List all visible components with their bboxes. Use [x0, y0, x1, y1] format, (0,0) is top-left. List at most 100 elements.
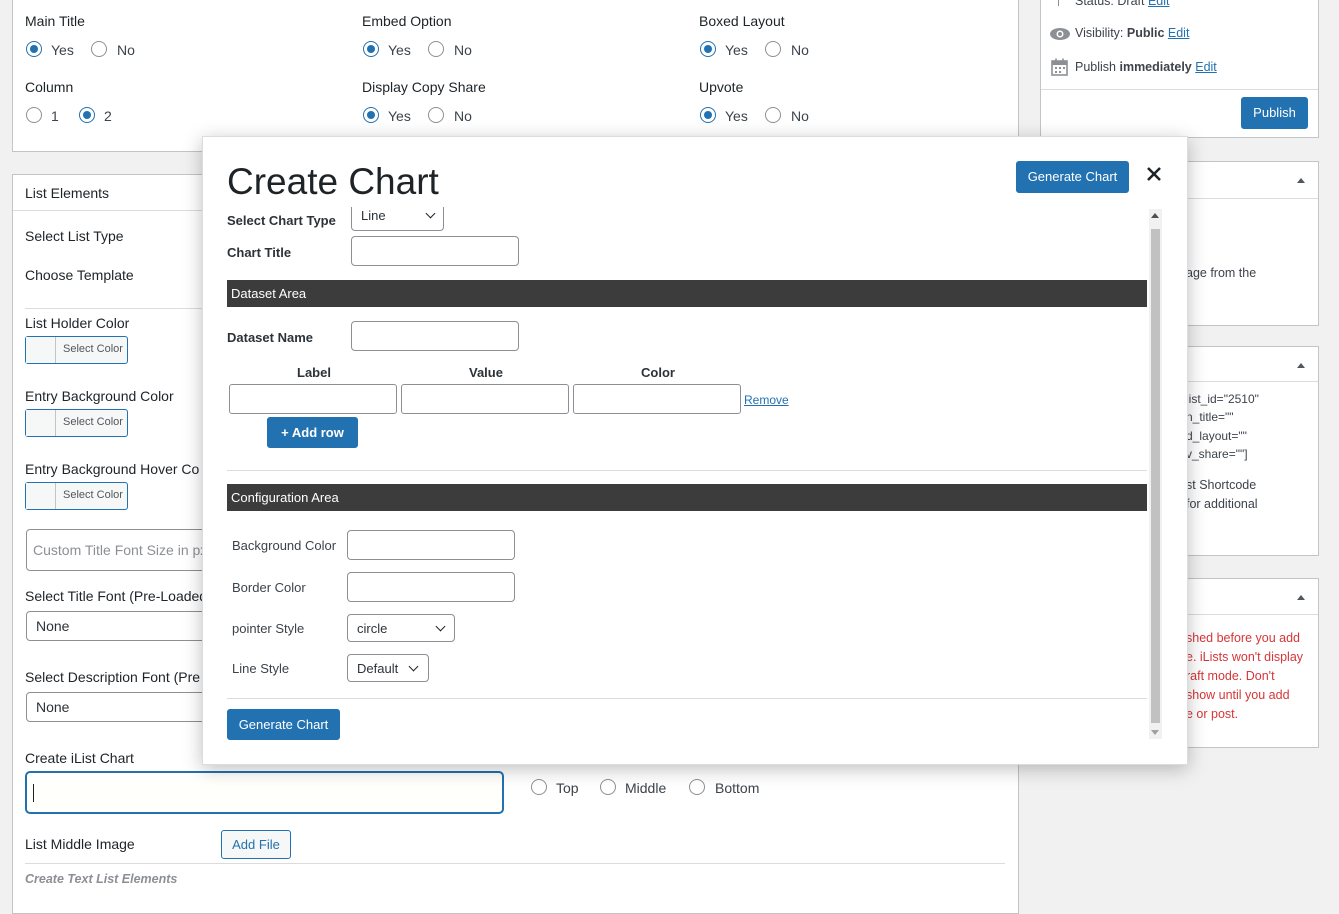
embed-yes-label: Yes: [388, 42, 411, 58]
status-pin-icon: [1058, 0, 1059, 6]
title-font-label: Select Title Font (Pre-Loaded: [25, 588, 208, 604]
add-file-button[interactable]: Add File: [221, 830, 291, 859]
copy-share-no-radio[interactable]: [428, 107, 444, 123]
bg-color-input[interactable]: [347, 530, 515, 560]
add-row-button[interactable]: + Add row: [267, 417, 358, 448]
modal-title: Create Chart: [227, 161, 439, 202]
remove-row-link[interactable]: Remove: [744, 393, 789, 407]
middle-image-label: List Middle Image: [25, 836, 135, 852]
shortcode-line-1: list_id="2510": [1186, 392, 1259, 406]
embed-no-label: No: [454, 42, 472, 58]
create-chart-modal: Create Chart Generate Chart Select Chart…: [202, 136, 1188, 765]
shortcode-note-2: for additional: [1186, 497, 1258, 511]
boxed-yes-radio[interactable]: [700, 41, 716, 57]
border-color-label: Border Color: [232, 580, 306, 595]
line-style-select[interactable]: Default: [347, 654, 429, 682]
chart-type-select[interactable]: Line: [351, 207, 444, 231]
configuration-area-header: Configuration Area: [227, 484, 1147, 511]
row-value-input[interactable]: [401, 384, 569, 414]
divider: [227, 698, 1147, 699]
dataset-name-input[interactable]: [351, 321, 519, 351]
column-2-radio[interactable]: [79, 107, 95, 123]
copy-share-yes-radio[interactable]: [363, 107, 379, 123]
row-color-input[interactable]: [573, 384, 741, 414]
settings-panel: Main Title Yes No Embed Option Yes No Bo…: [12, 0, 1019, 152]
shortcode-note-1: st Shortcode: [1186, 478, 1257, 492]
status-text: Status: Draft Edit: [1075, 0, 1170, 8]
publish-edit-link[interactable]: Edit: [1195, 60, 1217, 74]
divider: [227, 470, 1147, 471]
position-bottom-radio[interactable]: [689, 779, 705, 795]
scrollbar-thumb[interactable]: [1151, 229, 1160, 723]
chevron-down-icon: [408, 661, 419, 672]
list-holder-color-label: List Holder Color: [25, 315, 130, 331]
position-top-label: Top: [556, 780, 579, 796]
chart-shortcode-input[interactable]: [26, 772, 503, 813]
dataset-area-header: Dataset Area: [227, 280, 1147, 307]
entry-bg-color-label: Entry Background Color: [25, 388, 174, 404]
create-chart-label: Create iList Chart: [25, 750, 134, 766]
entry-bg-hover-label: Entry Background Hover Co: [25, 461, 200, 477]
entry-bg-color-button[interactable]: Select Color: [25, 409, 128, 437]
collapse-toggle-icon[interactable]: [1297, 178, 1305, 183]
shortcode-line-2: n_title="": [1186, 410, 1234, 424]
shortcode-line-4: v_share=""]: [1186, 447, 1248, 461]
create-text-label: Create Text List Elements: [25, 872, 178, 886]
title-font-select[interactable]: None: [26, 611, 226, 641]
bg-color-label: Background Color: [232, 538, 337, 553]
row-label-input[interactable]: [229, 384, 397, 414]
boxed-no-label: No: [791, 42, 809, 58]
warning-line-3: raft mode. Don't: [1186, 669, 1275, 683]
warning-line-1: shed before you add: [1186, 631, 1300, 645]
position-middle-radio[interactable]: [600, 779, 616, 795]
upvote-yes-label: Yes: [725, 108, 748, 124]
box2-text: age from the: [1186, 266, 1257, 280]
select-list-type-label: Select List Type: [25, 228, 124, 244]
border-color-input[interactable]: [347, 572, 515, 602]
modal-scroll-area: Select Chart Type Line Chart Title Datas…: [227, 207, 1163, 743]
embed-no-radio[interactable]: [428, 41, 444, 57]
entry-bg-hover-button[interactable]: Select Color: [25, 482, 128, 510]
publish-box: Status: Draft Edit Visibility: Public Ed…: [1040, 0, 1319, 138]
line-style-label: Line Style: [232, 661, 290, 676]
warning-line-5: e or post.: [1186, 707, 1239, 721]
main-title-no-label: No: [117, 42, 135, 58]
visibility-edit-link[interactable]: Edit: [1168, 26, 1190, 40]
chart-type-label: Select Chart Type: [227, 213, 336, 228]
upvote-yes-radio[interactable]: [700, 107, 716, 123]
divider: [1041, 89, 1318, 90]
embed-yes-radio[interactable]: [363, 41, 379, 57]
warning-line-4: show until you add: [1186, 688, 1290, 702]
pointer-style-select[interactable]: circle: [347, 614, 455, 642]
main-title-yes-label: Yes: [51, 42, 74, 58]
scroll-down-arrow-icon[interactable]: [1151, 730, 1159, 735]
divider: [25, 863, 1005, 864]
main-title-no-radio[interactable]: [91, 41, 107, 57]
boxed-no-radio[interactable]: [765, 41, 781, 57]
modal-scrollbar[interactable]: [1149, 209, 1162, 739]
publish-button[interactable]: Publish: [1241, 97, 1308, 129]
position-middle-label: Middle: [625, 780, 667, 796]
list-holder-color-button[interactable]: Select Color: [25, 336, 128, 364]
list-elements-title: List Elements: [25, 185, 110, 201]
column-1-label: 1: [51, 108, 59, 124]
shortcode-line-3: d_layout="": [1186, 429, 1247, 443]
collapse-toggle-icon[interactable]: [1297, 595, 1305, 600]
desc-font-select[interactable]: None: [26, 692, 226, 722]
font-size-input[interactable]: Custom Title Font Size in px: [26, 529, 226, 571]
column-1-radio[interactable]: [26, 107, 42, 123]
position-top-radio[interactable]: [531, 779, 547, 795]
upvote-no-radio[interactable]: [765, 107, 781, 123]
chart-title-input[interactable]: [351, 236, 519, 266]
generate-chart-top-button[interactable]: Generate Chart: [1016, 161, 1129, 193]
scroll-up-arrow-icon[interactable]: [1151, 213, 1159, 218]
col-color-header: Color: [641, 365, 675, 380]
collapse-toggle-icon[interactable]: [1297, 363, 1305, 368]
font-size-placeholder: Custom Title Font Size in px: [33, 542, 208, 558]
close-icon[interactable]: [1143, 163, 1165, 185]
dataset-name-label: Dataset Name: [227, 330, 313, 345]
generate-chart-bottom-button[interactable]: Generate Chart: [227, 709, 340, 740]
eye-icon: [1049, 27, 1071, 44]
main-title-yes-radio[interactable]: [26, 41, 42, 57]
choose-template-label: Choose Template: [25, 267, 134, 283]
